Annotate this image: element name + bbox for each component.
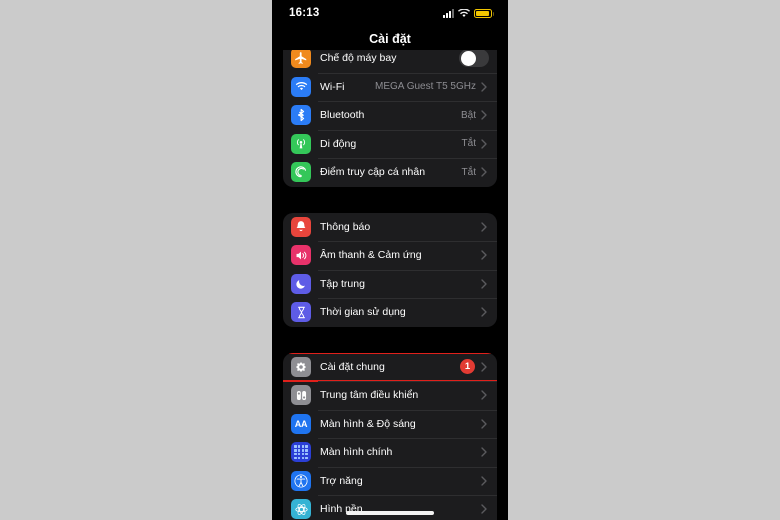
status-badge: 1 (460, 359, 475, 375)
signal-bars-icon (442, 9, 454, 18)
settings-row-label: Tập trung (320, 277, 365, 290)
settings-row-label: Âm thanh & Cảm ứng (320, 249, 422, 262)
chevron-right-icon (481, 110, 491, 120)
bluetooth-icon (291, 105, 311, 126)
settings-row-bluetooth[interactable]: Bluetooth Bật (283, 101, 497, 130)
wifi-icon (291, 76, 311, 97)
gear-icon (291, 356, 311, 377)
settings-row-label: Wi-Fi (320, 80, 345, 93)
settings-row-control-center[interactable]: Trung tâm điều khiển (283, 381, 497, 410)
settings-row-value: Tắt (461, 138, 476, 150)
control-center-icon (291, 385, 311, 406)
settings-row-wifi[interactable]: Wi-Fi MEGA Guest T5 5GHz (283, 72, 497, 102)
toggle-knob (460, 50, 476, 66)
settings-row-home-screen[interactable]: Màn hình chính (283, 438, 497, 467)
moon-icon (291, 273, 311, 294)
home-indicator[interactable] (346, 511, 434, 515)
status-bar-time: 16:13 (289, 7, 320, 19)
settings-row-value: Bật (460, 109, 476, 121)
chevron-right-icon (481, 82, 491, 92)
speaker-icon (291, 245, 311, 266)
settings-row-display-brightness[interactable]: AA Màn hình & Độ sáng (283, 409, 497, 439)
settings-row-screen-time[interactable]: Thời gian sử dụng (283, 298, 497, 327)
airplane-icon (291, 50, 311, 69)
phone-screen: 16:13 Cài đặt Chế độ máy bay Wi-Fi MEGA … (274, 0, 506, 520)
chevron-right-icon (481, 167, 491, 177)
settings-row-personal-hotspot[interactable]: Điểm truy cập cá nhân Tắt (283, 158, 497, 187)
aa-glyph: AA (294, 418, 308, 429)
airplane-mode-toggle[interactable] (459, 50, 489, 68)
settings-row-label: Điểm truy cập cá nhân (320, 166, 426, 179)
settings-row-label: Màn hình chính (320, 446, 393, 459)
settings-group-general: Cài đặt chung 1 Trung tâm điều khiển AA … (283, 352, 497, 520)
chevron-right-icon (481, 419, 491, 429)
display-brightness-icon: AA (291, 413, 311, 434)
wallpaper-icon (291, 499, 311, 520)
settings-row-label: Trợ năng (320, 474, 363, 487)
settings-row-notifications[interactable]: Thông báo (283, 213, 497, 242)
phone-frame: 16:13 Cài đặt Chế độ máy bay Wi-Fi MEGA … (272, 0, 508, 520)
chevron-right-icon (481, 362, 491, 372)
chevron-right-icon (481, 279, 491, 289)
battery-icon (473, 9, 494, 18)
settings-row-label: Màn hình & Độ sáng (320, 417, 416, 430)
settings-row-sounds-haptics[interactable]: Âm thanh & Cảm ứng (283, 241, 497, 270)
settings-row-label: Thời gian sử dụng (320, 306, 406, 319)
settings-row-label: Trung tâm điều khiển (320, 389, 419, 402)
accessibility-icon (291, 470, 311, 491)
app-grid-glyph (294, 445, 308, 460)
settings-row-wallpaper[interactable]: Hình nền (283, 495, 497, 520)
settings-group-alerts: Thông báo Âm thanh & Cảm ứng Tập trung T… (283, 212, 497, 327)
settings-row-airplane-mode[interactable]: Chế độ máy bay (283, 50, 497, 73)
settings-row-label: Chế độ máy bay (320, 52, 397, 65)
chevron-right-icon (481, 447, 491, 457)
screenshot-canvas: 16:13 Cài đặt Chế độ máy bay Wi-Fi MEGA … (0, 0, 780, 520)
hourglass-icon (291, 302, 311, 323)
chevron-right-icon (481, 390, 491, 400)
chevron-right-icon (481, 476, 491, 486)
chevron-right-icon (481, 139, 491, 149)
settings-row-general[interactable]: Cài đặt chung 1 (283, 352, 497, 381)
status-bar-indicators (442, 9, 494, 18)
settings-row-accessibility[interactable]: Trợ năng (283, 466, 497, 496)
settings-row-value: Tắt (461, 166, 476, 178)
settings-row-label: Cài đặt chung (320, 360, 385, 373)
chevron-right-icon (481, 504, 491, 514)
settings-row-label: Di động (320, 137, 357, 150)
bell-icon (291, 216, 311, 237)
chevron-right-icon (481, 307, 491, 317)
page-title: Cài đặt (369, 32, 411, 46)
settings-list[interactable]: Chế độ máy bay Wi-Fi MEGA Guest T5 5GHz (274, 50, 506, 520)
settings-row-label: Bluetooth (320, 109, 365, 122)
chevron-right-icon (481, 222, 491, 232)
home-screen-icon (291, 442, 311, 463)
settings-row-focus[interactable]: Tập trung (283, 269, 497, 299)
wifi-icon (457, 9, 470, 17)
settings-group-connectivity: Chế độ máy bay Wi-Fi MEGA Guest T5 5GHz (283, 50, 497, 187)
personal-hotspot-icon (291, 162, 311, 183)
status-bar: 16:13 (274, 0, 506, 28)
chevron-right-icon (481, 250, 491, 260)
settings-row-value: MEGA Guest T5 5GHz (375, 81, 476, 93)
cellular-antenna-icon (291, 133, 311, 154)
settings-row-label: Thông báo (320, 220, 371, 233)
settings-row-cellular[interactable]: Di động Tắt (283, 129, 497, 159)
